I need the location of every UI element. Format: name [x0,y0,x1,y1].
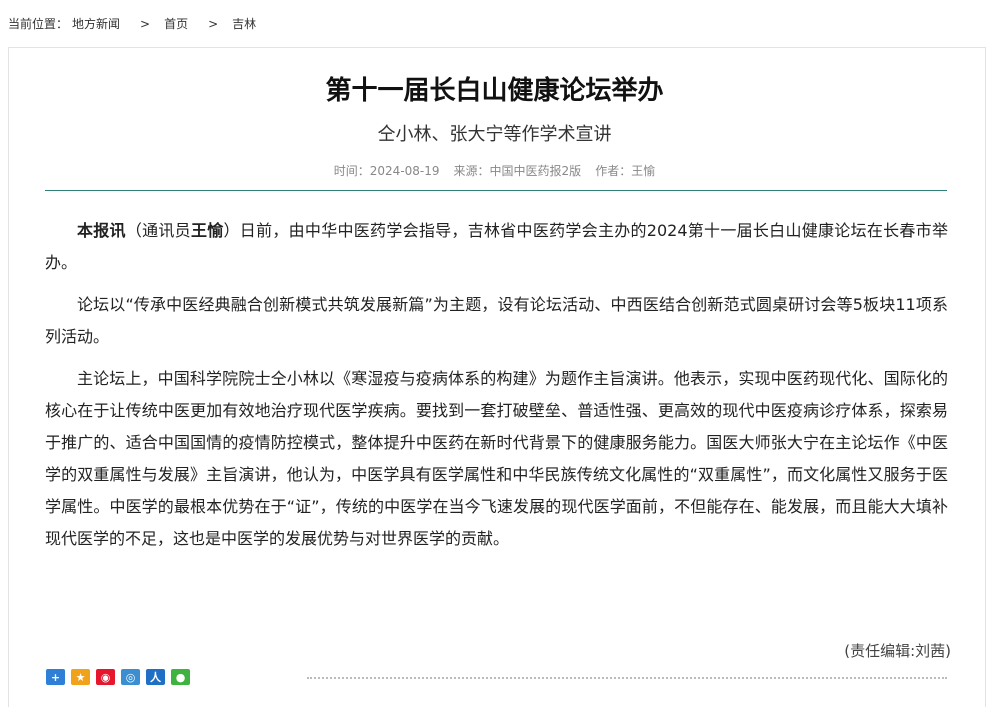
breadcrumb-link-local-news[interactable]: 地方新闻 [72,15,120,32]
lead-label: 本报讯 [77,221,126,240]
title-divider [45,190,947,191]
meta-source-label: 来源： [453,164,490,178]
meta-time-label: 时间： [333,164,370,178]
meta-source: 中国中医药报2版 [489,164,582,178]
paragraph-1: 本报讯（通讯员王愉）日前，由中华中医药学会指导，吉林省中医药学会主办的2024第… [45,221,948,272]
article-title: 第十一届长白山健康论坛举办 [325,76,664,106]
responsible-editor: (责任编辑:刘茜) [844,642,951,660]
breadcrumb-prefix: 当前位置： [8,17,69,31]
paragraph-3: 主论坛上，中国科学院院士仝小林以《寒湿疫与疫病体系的构建》为题作主旨演讲。他表示… [45,369,948,548]
article-subtitle: 仝小林、张大宁等作学术宣讲 [377,124,612,145]
meta-author: 王愉 [631,164,656,178]
article-body: 本报讯（通讯员王愉）日前，由中华中医药学会指导，吉林省中医药学会主办的2024第… [45,215,948,565]
breadcrumb-link-home[interactable]: 首页 [164,15,188,32]
breadcrumb-separator: > [140,17,151,31]
breadcrumb-link-jilin[interactable]: 吉林 [232,15,256,32]
breadcrumb: 当前位置： 地方新闻 > 首页 > 吉林 [8,15,256,32]
article-meta: 时间：2024-08-19 来源：中国中医药报2版 作者：王愉 [0,162,989,179]
breadcrumb-separator: > [208,17,219,31]
meta-author-label: 作者： [595,164,632,178]
meta-time: 2024-08-19 [369,164,440,178]
paragraph-2: 论坛以“传承中医经典融合创新模式共筑发展新篇”为主题，设有论坛活动、中西医结合创… [45,295,948,346]
dotted-divider [307,677,947,679]
reporter-name: 王愉 [190,221,224,240]
